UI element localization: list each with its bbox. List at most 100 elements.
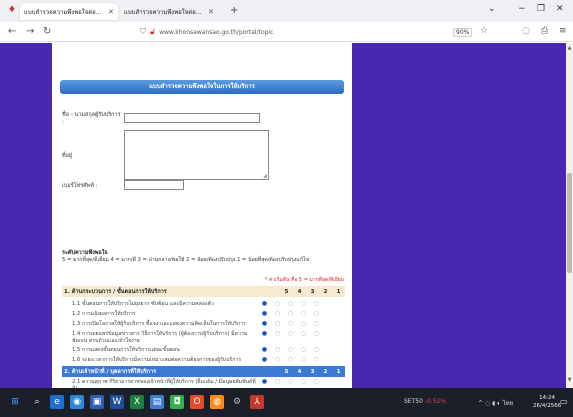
radio-3[interactable]: ○ [284,320,297,328]
question-text: 1.2 การแจ้งผลการให้บริการ [72,311,136,317]
market-widget[interactable]: SET50 -0.52% [404,398,446,405]
phone-label: เบอร์โทรศัพท์ : [62,183,98,189]
scroll-down-arrow-icon[interactable]: ▼ [566,377,573,383]
url-field[interactable]: ⛉ 🔓︎ www.khonsawansao.go.th/portal/topic [140,25,390,39]
radio-5[interactable]: ● [258,356,271,364]
search-icon[interactable]: ⌕ [30,395,44,409]
radio-1[interactable]: ○ [310,356,323,364]
radio-1[interactable]: ○ [310,330,323,338]
radio-5[interactable]: ● [258,330,271,338]
page-scrollbar[interactable]: ▲ ▼ [566,43,573,388]
tab-title: แบบสำรวจความพึงพอใจต่อการให้บริการ [124,8,204,16]
system-tray[interactable]: ^ ◌ ◖ 🔈︎ ไทย [478,398,513,408]
url-text[interactable]: www.khonsawansao.go.th/portal/topic [159,29,273,36]
minimize-icon[interactable]: − [518,4,526,14]
app-icon[interactable]: ◉ [70,395,84,409]
radio-2[interactable]: ○ [297,320,310,328]
form-title: แบบสำรวจความพึงพอใจในการให้บริการ [60,80,344,94]
pocket-icon[interactable]: ◌ [522,26,530,36]
app-icon[interactable]: ⚙ [230,395,244,409]
scale-label: 1 [336,368,341,375]
form-container: แบบสำรวจความพึงพอใจในการให้บริการ ชื่อ -… [52,43,352,388]
close-tab-icon[interactable]: ✕ [108,8,114,16]
firefox-icon[interactable]: ◍ [210,395,224,409]
scroll-thumb[interactable] [567,173,572,273]
bookmark-star-icon[interactable]: ☆ [480,26,488,36]
radio-2[interactable]: ○ [297,378,310,386]
radio-1[interactable]: ○ [310,378,323,386]
radio-4[interactable]: ○ [271,310,284,318]
radio-5[interactable]: ● [258,310,271,318]
scroll-up-arrow-icon[interactable]: ▲ [566,45,573,51]
section-title: 1. ด้านกระบวนการ / ขั้นตอนการให้บริการ [64,288,167,295]
phone-input[interactable] [124,180,184,190]
question-text: 2.1 ความสุภาพ กิริยามารยาทของเจ้าหน้าที่… [72,379,256,388]
tab-list-chevron-icon[interactable]: ⌄ [488,4,496,14]
opera-icon[interactable]: O [190,395,204,409]
radio-3[interactable]: ○ [284,300,297,308]
radio-1[interactable]: ○ [310,320,323,328]
zoom-level[interactable]: 90% [453,28,473,37]
radio-5[interactable]: ● [258,300,271,308]
extensions-icon[interactable]: ⎙ [541,26,548,36]
question-row: 1.6 ระยะเวลาการให้บริการมีความเหมาะสมต่อ… [62,356,345,364]
radio-3[interactable]: ○ [284,310,297,318]
radio-3[interactable]: ○ [284,378,297,386]
name-input[interactable] [124,113,260,123]
radio-5[interactable]: ● [258,320,271,328]
radio-5[interactable]: ● [258,378,271,386]
radio-5[interactable]: ● [258,346,271,354]
radio-1[interactable]: ○ [310,300,323,308]
radio-2[interactable]: ○ [297,310,310,318]
resize-grip-icon[interactable]: ◢ [263,173,267,179]
store-icon[interactable]: ▣ [90,395,104,409]
browser-tab[interactable]: แบบสำรวจความพึงพอใจต่อการให้บริการ ✕ [120,3,218,20]
question-text: 1.3 การเปิดโอกาสให้ผู้รับบริการ ชี้แจง แ… [72,321,246,327]
edge-browser-icon[interactable]: e [50,395,64,409]
radio-2[interactable]: ○ [297,346,310,354]
radio-3[interactable]: ○ [284,356,297,364]
excel-icon[interactable]: X [130,395,144,409]
criteria-text: 5 = มากที่สุด/ดีเยี่ยม 4 = มาก/ดี 3 = ปา… [62,257,310,263]
suggestion-textarea[interactable]: ◢ [124,130,269,180]
radio-4[interactable]: ○ [271,330,284,338]
radio-4[interactable]: ○ [271,356,284,364]
question-text: 1.5 การแสดงขั้นตอนการให้บริการแต่ละขั้นต… [72,347,180,353]
radio-2[interactable]: ○ [297,330,310,338]
windows-start-icon[interactable]: ⊞ [8,395,22,409]
question-row: 1.1 ขั้นตอนการให้บริการไม่ยุ่งยาก ซับซ้อ… [62,300,345,308]
scale-label: 4 [297,288,302,295]
notification-icon[interactable]: ▭ [560,397,568,406]
browser-tab-active[interactable]: แบบสำรวจความพึงพอใจต่อการให้บริการ ✕ [20,3,118,20]
radio-2[interactable]: ○ [297,300,310,308]
shield-icon[interactable]: ⛉ [140,27,146,37]
language-indicator[interactable]: ไทย [503,400,514,407]
radio-4[interactable]: ○ [271,378,284,386]
clock[interactable]: 14:24 26/4/2566 [533,394,561,410]
back-arrow-icon[interactable]: ← [8,26,16,37]
radio-1[interactable]: ○ [310,346,323,354]
line-app-icon[interactable]: ◘ [170,395,184,409]
menu-icon[interactable]: ≡ [559,26,567,36]
pdf-reader-icon[interactable]: ⅄ [250,395,264,409]
file-explorer-icon[interactable]: ▤ [150,395,164,409]
close-window-icon[interactable]: ✕ [556,4,564,14]
radio-3[interactable]: ○ [284,330,297,338]
insecure-lock-icon[interactable]: 🔓︎ [150,27,155,37]
section-header-process: 1. ด้านกระบวนการ / ขั้นตอนการให้บริการ 5… [62,286,345,297]
radio-3[interactable]: ○ [284,346,297,354]
reload-icon[interactable]: ↻ [43,26,51,37]
radio-1[interactable]: ○ [310,310,323,318]
radio-2[interactable]: ○ [297,356,310,364]
forward-arrow-icon[interactable]: → [26,26,34,37]
question-row: 2.1 ความสุภาพ กิริยามารยาทของเจ้าหน้าที่… [62,378,345,388]
windows-taskbar: ⊞ ⌕ e ◉ ▣ W X ▤ ◘ O ◍ ⚙ ⅄ SET50 -0.52% ^… [0,388,573,417]
radio-4[interactable]: ○ [271,320,284,328]
close-tab-icon[interactable]: ✕ [208,8,214,16]
maximize-icon[interactable]: ❐ [537,4,545,14]
word-icon[interactable]: W [110,395,124,409]
question-row: 1.5 การแสดงขั้นตอนการให้บริการแต่ละขั้นต… [62,346,345,354]
new-tab-icon[interactable]: + [230,5,238,16]
radio-4[interactable]: ○ [271,300,284,308]
radio-4[interactable]: ○ [271,346,284,354]
